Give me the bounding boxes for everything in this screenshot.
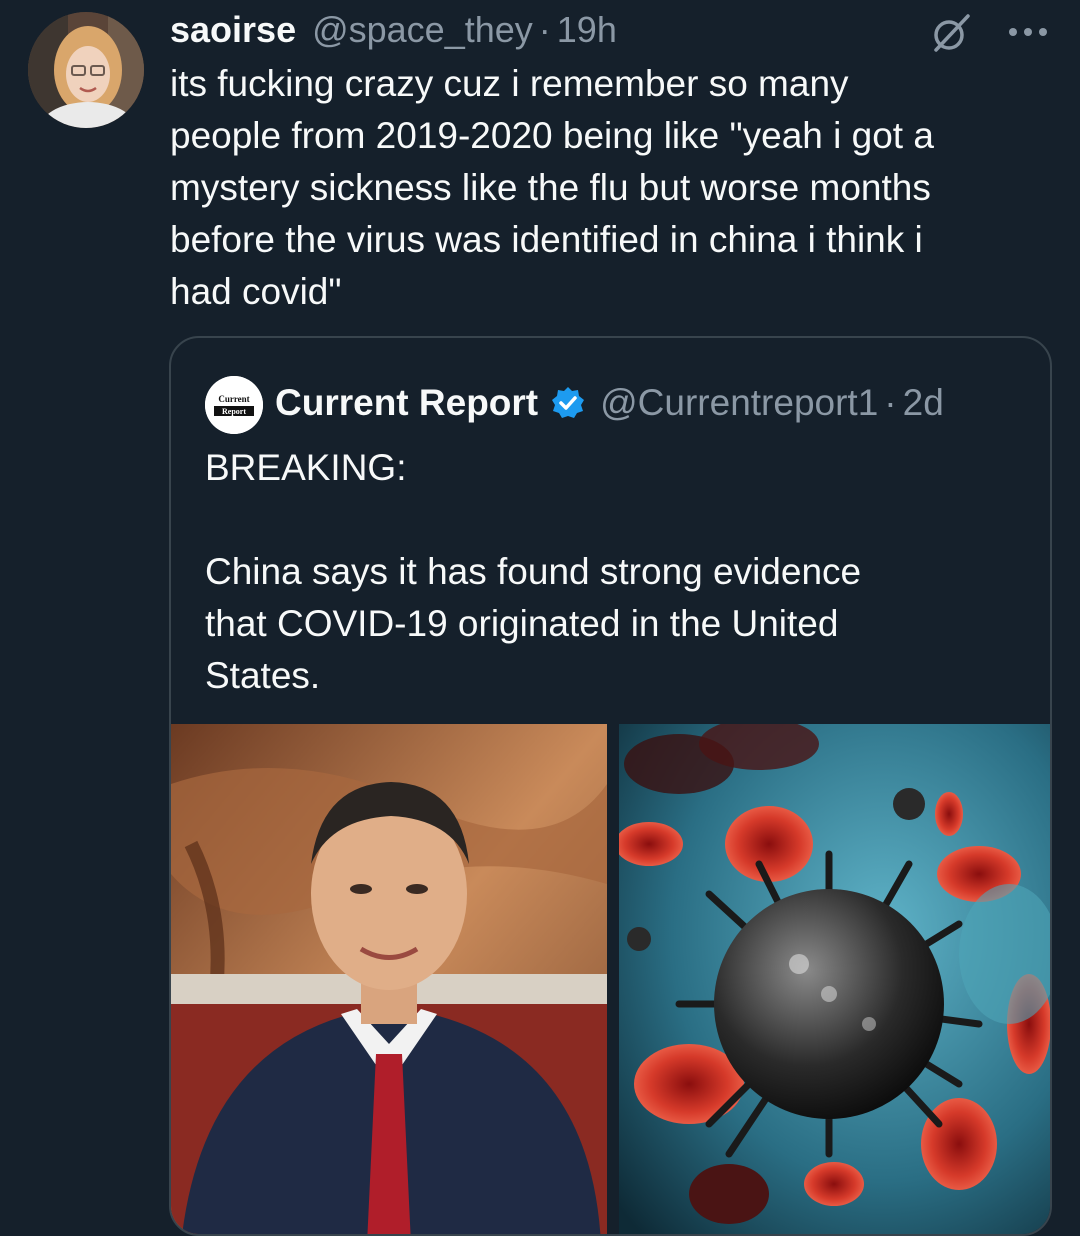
grok-icon[interactable] (930, 12, 972, 54)
quote-media-photo-2[interactable] (619, 724, 1050, 1234)
quote-author-display-name[interactable]: Current Report (275, 382, 538, 424)
quote-header: Current Report @Currentreport1 · 2d (275, 378, 944, 428)
current-report-logo: Current Report (205, 376, 263, 434)
quote-media-photo-1[interactable] (171, 724, 607, 1234)
quote-header-separator: · (884, 382, 897, 423)
tweet-text: its fucking crazy cuz i remember so many… (170, 63, 934, 312)
quote-text: BREAKING: China says it has found strong… (205, 447, 862, 696)
man-in-suit-photo (171, 724, 607, 1234)
tweet-timestamp[interactable]: 19h (557, 9, 617, 51)
quote-author-handle[interactable]: @Currentreport1 (600, 382, 878, 424)
tweet-header: saoirse @space_they · 19h (170, 8, 617, 52)
verified-badge-icon (552, 387, 585, 418)
logo-text-line-1: Current (218, 394, 249, 404)
quote-author-avatar[interactable]: Current Report (205, 376, 263, 434)
virus-illustration (619, 724, 1050, 1234)
quoted-tweet-card[interactable]: Current Report Current Report @Currentre… (169, 336, 1052, 1236)
author-display-name[interactable]: saoirse (170, 9, 296, 51)
more-options-icon[interactable] (1005, 18, 1051, 46)
user-avatar-image (28, 12, 144, 128)
quote-timestamp[interactable]: 2d (903, 382, 944, 424)
author-handle[interactable]: @space_they (312, 9, 533, 51)
header-separator: · (538, 9, 551, 50)
logo-text-line-2: Report (222, 407, 246, 416)
author-avatar[interactable] (28, 12, 144, 128)
